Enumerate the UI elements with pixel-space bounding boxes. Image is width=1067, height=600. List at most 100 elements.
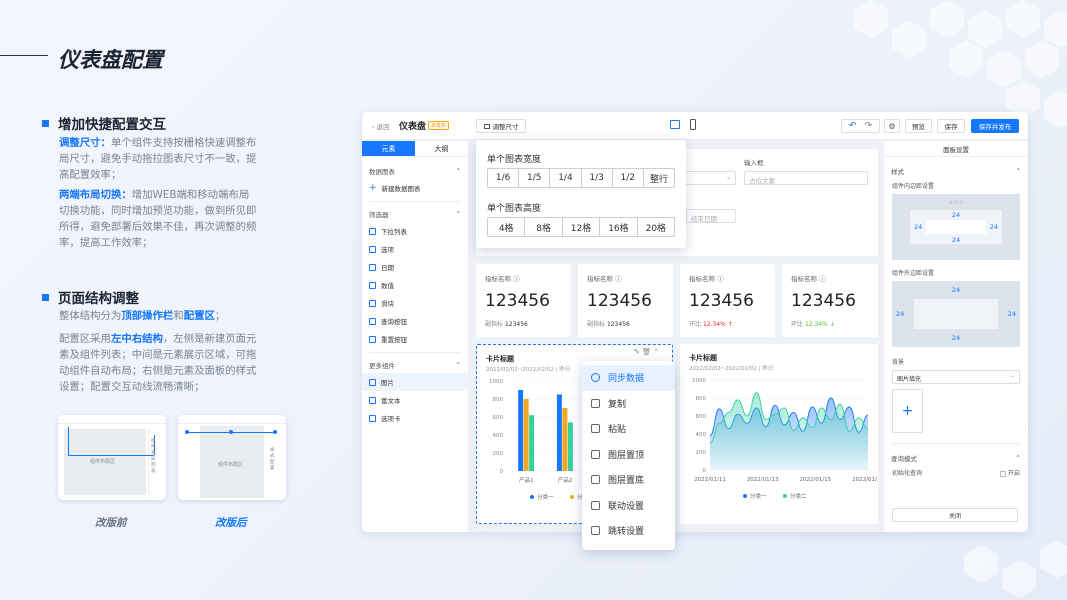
legend-marker [570, 495, 574, 499]
height-option[interactable]: 12格 [563, 218, 601, 236]
height-option[interactable]: 20格 [638, 218, 674, 236]
desktop-icon[interactable] [670, 120, 680, 129]
sidebar-item-options[interactable]: 选项 [362, 240, 468, 258]
height-segment: 4格 8格 12格 16格 20格 [487, 217, 675, 237]
width-option[interactable]: 1/6 [488, 169, 520, 187]
width-option[interactable]: 1/3 [582, 169, 613, 187]
chevron-down-icon: ⌄ [1009, 372, 1015, 379]
group-charts[interactable]: 数据图表 ⌃ [362, 163, 468, 179]
dashboard-title: 仪表盘 [399, 122, 427, 132]
save-button[interactable]: 保存 [937, 119, 965, 133]
text-input[interactable]: 占位文案 [744, 171, 868, 185]
arrow-down-icon [591, 475, 600, 485]
init-query-row: 初始化查询 开启 [892, 468, 1020, 477]
tab-elements[interactable]: 元素 [362, 141, 415, 156]
legend-label: 分类二 [790, 492, 807, 500]
menu-link-settings[interactable]: 联动设置 [582, 493, 675, 519]
y-tick-label: 1000 [489, 379, 503, 385]
query-mode-group[interactable]: 查询模式 ⌃ [884, 450, 1028, 466]
resize-button[interactable]: 调整尺寸 [476, 119, 526, 133]
y-tick-label: 400 [493, 433, 504, 439]
mobile-icon[interactable] [690, 119, 696, 130]
more-icon[interactable]: ⌃ [653, 348, 659, 356]
height-option[interactable]: 16格 [600, 218, 638, 236]
outer-pad-label: 组件外边距设置 [892, 270, 935, 277]
back-link[interactable]: ‹ 返回 [372, 121, 390, 131]
preview-button[interactable]: 预览 [905, 119, 932, 133]
height-option[interactable]: 4格 [488, 218, 526, 236]
group-filters[interactable]: 筛选器 ⌃ [362, 206, 468, 222]
kpi-card-1[interactable]: 指标名称 ⓘ 123456 副指标 123456 [476, 264, 571, 337]
new-chart-item[interactable]: + 新建数据图表 [362, 179, 468, 197]
sidebar-item-number[interactable]: 数值 [362, 276, 468, 294]
checkbox-icon [369, 245, 376, 253]
height-option[interactable]: 8格 [525, 218, 563, 236]
width-option[interactable]: 1/2 [613, 169, 644, 187]
kpi-card-3[interactable]: 指标名称 ⓘ 123456 环比 12.34% ↑ [680, 264, 775, 337]
kpi-card-4[interactable]: 指标名称 ⓘ 123456 环比 12.34% ↓ [782, 264, 878, 337]
dropdown-icon [369, 227, 376, 235]
outer-padding-editor[interactable]: 24 24 24 24 [892, 281, 1020, 347]
before-caption: 改版前 [95, 517, 127, 529]
delete-icon[interactable]: 🗑 [642, 348, 651, 356]
x-tick-label: 产品2 [558, 476, 573, 484]
sidebar-item-query-button[interactable]: 查询按钮 [362, 312, 468, 330]
sidebar-item-tabs[interactable]: 选项卡 [362, 409, 468, 427]
bar [518, 390, 524, 471]
kpi-value: 123456 [485, 291, 550, 311]
area-chart: 0 200 400 600 800 1000 2022/01/11 2022/01/13 202… [692, 378, 878, 500]
width-option[interactable]: 1/4 [550, 169, 582, 187]
x-tick-label: 2022/01/13 [747, 477, 779, 483]
style-group[interactable]: 样式 ⌃ [884, 163, 1028, 179]
section2-heading: 页面结构调整 [42, 287, 139, 307]
sidebar-item-slider[interactable]: 滑块 [362, 294, 468, 312]
slider-icon [369, 299, 376, 307]
undo-icon[interactable]: ↶ [849, 121, 857, 131]
top-toolbar: ‹ 返回 仪表盘 未发布 调整尺寸 ↶ ↷ ⚙ 预览 保存 保存并发布 [362, 112, 1028, 140]
redo-icon[interactable]: ↷ [865, 121, 873, 131]
edit-icon[interactable]: ✎ [634, 348, 640, 356]
sidebar-item-richtext[interactable]: 富文本 [362, 391, 468, 409]
menu-paste[interactable]: 粘贴 [582, 416, 675, 442]
section1-heading: 增加快捷配置交互 [42, 113, 166, 133]
y-tick-label: 200 [493, 451, 504, 457]
area-chart-card[interactable]: 卡片标题 2022/02/02~2022/02/02 | 昨日 0 200 400 6… [680, 344, 878, 524]
legend-label: 分类一 [537, 493, 554, 501]
sidebar-item-date[interactable]: 日期 [362, 258, 468, 276]
bg-select[interactable]: 图片填充 ⌄ [892, 370, 1020, 384]
bar [562, 408, 568, 471]
sidebar-item-dropdown[interactable]: 下拉列表 [362, 222, 468, 240]
section2-para2: 配置区采用左中右结构，左侧是新建页面元素及组件列表；中间是元素展示区域，可拖动组… [59, 333, 257, 393]
sidebar-item-image[interactable]: 图片 [362, 373, 468, 391]
menu-sync-data[interactable]: 同步数据 [582, 365, 675, 391]
upload-image-button[interactable]: + [892, 389, 923, 433]
close-button[interactable]: 关闭 [892, 508, 1018, 522]
kpi-value: 123456 [689, 291, 754, 311]
save-publish-button[interactable]: 保存并发布 [971, 119, 1019, 133]
group-more[interactable]: 更多组件 ⌃ [362, 357, 468, 373]
menu-jump-settings[interactable]: 跳转设置 [582, 518, 675, 544]
inner-padding-editor[interactable]: auto 24 24 24 24 [892, 194, 1020, 260]
tab-outline[interactable]: 大纲 [415, 141, 468, 156]
end-date-input[interactable]: 结束日期 [686, 209, 736, 223]
chevron-up-icon: ⌃ [455, 210, 461, 218]
width-option[interactable]: 1/5 [519, 169, 551, 187]
kpi-card-2[interactable]: 指标名称 ⓘ 123456 副指标 123456 [578, 264, 673, 337]
y-tick-label: 400 [696, 432, 707, 438]
after-caption: 改版后 [215, 517, 247, 529]
legend-marker [783, 494, 787, 498]
bar [523, 399, 529, 471]
image-icon [369, 378, 376, 386]
input-label: 输入框 [744, 159, 764, 167]
sidebar-item-reset-button[interactable]: 重置按钮 [362, 330, 468, 348]
y-tick-label: 800 [493, 397, 504, 403]
menu-send-to-back[interactable]: 图层置底 [582, 467, 675, 493]
bar [567, 422, 573, 471]
menu-copy[interactable]: 复制 [582, 391, 675, 417]
width-option[interactable]: 整行 [644, 169, 674, 187]
init-query-checkbox[interactable]: 开启 [1000, 468, 1020, 477]
folder-icon [369, 414, 376, 422]
menu-bring-to-front[interactable]: 图层置顶 [582, 442, 675, 468]
y-tick-label: 600 [493, 415, 504, 421]
settings-button[interactable]: ⚙ [884, 119, 900, 133]
